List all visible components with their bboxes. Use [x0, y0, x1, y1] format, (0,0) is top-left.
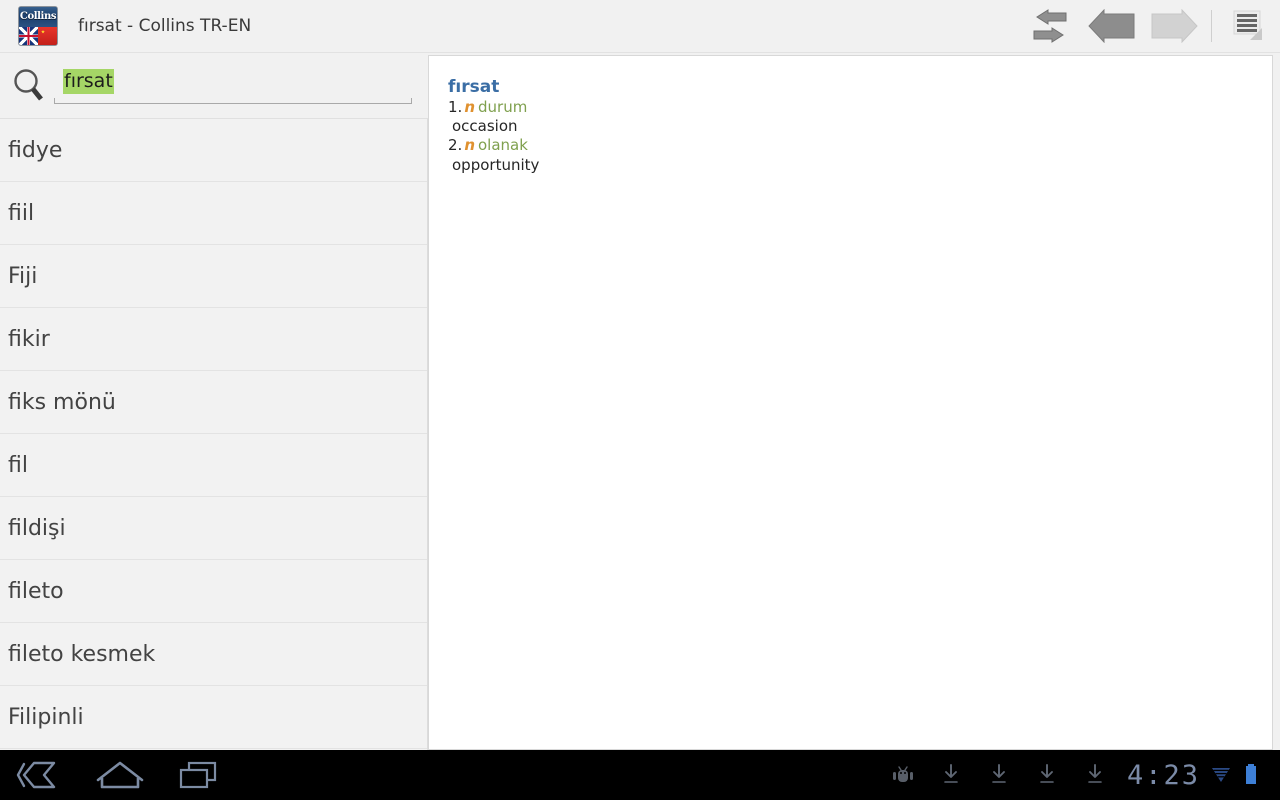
arrow-right-icon [1151, 9, 1198, 43]
list-item-label: fikir [8, 326, 50, 352]
search-input-value: fırsat [63, 68, 114, 95]
list-item-label: Filipinli [8, 704, 84, 730]
definition-sense: 2. n olanak [448, 136, 1272, 155]
sense-synonym: durum [478, 98, 528, 117]
list-menu-icon [1233, 10, 1262, 40]
magnifier-icon [14, 68, 43, 101]
wifi-icon [1206, 750, 1236, 800]
app-window: Collins fırsat - Collins TR-EN fırsat fi… [0, 0, 1280, 800]
back-chevron-icon [16, 761, 56, 789]
toolbar-divider [1211, 10, 1212, 42]
list-item-label: fiil [8, 200, 35, 226]
sense-translation: opportunity [452, 155, 540, 174]
back-button[interactable] [1081, 0, 1143, 53]
search-input-underline [54, 97, 412, 104]
android-debug-icon [879, 750, 927, 800]
sense-number: 2. [448, 136, 463, 155]
download-arrow-icon [992, 764, 1006, 783]
list-item[interactable]: fildişi [0, 497, 427, 560]
download-arrow-icon [1088, 764, 1102, 783]
download-arrow-icon [1040, 764, 1054, 783]
list-item-label: fil [8, 452, 28, 478]
sense-translation: occasion [452, 117, 518, 136]
battery-full-icon [1246, 764, 1256, 784]
app-icon-brand: Collins [19, 7, 57, 27]
battery-icon [1236, 750, 1266, 800]
list-item[interactable]: fil [0, 434, 427, 497]
download-arrow-icon [944, 764, 958, 783]
search-bar: fırsat [0, 53, 428, 118]
page-title: fırsat - Collins TR-EN [78, 16, 252, 36]
forward-button[interactable] [1143, 0, 1205, 53]
search-icon[interactable] [0, 68, 52, 104]
sense-part-of-speech: n [464, 136, 475, 155]
definition-headword: fırsat [448, 77, 500, 97]
list-item[interactable]: fidye [0, 119, 427, 182]
title-bar: Collins fırsat - Collins TR-EN [0, 0, 1280, 53]
status-clock: 4:23 [1126, 759, 1200, 791]
system-recents-button[interactable] [160, 750, 240, 800]
app-icon[interactable]: Collins [18, 6, 58, 46]
list-item[interactable]: fikir [0, 308, 427, 371]
sense-part-of-speech: n [464, 98, 475, 117]
android-system-bar: 4:23 [0, 750, 1280, 800]
home-icon [96, 761, 144, 789]
download-icon [1023, 750, 1071, 800]
menu-button[interactable] [1218, 0, 1280, 53]
list-item-label: fildişi [8, 515, 66, 541]
bugdroid-icon [892, 766, 913, 782]
toolbar [1019, 0, 1280, 53]
list-item[interactable]: fiks mönü [0, 371, 427, 434]
download-icon [1071, 750, 1119, 800]
recent-apps-icon [179, 761, 217, 789]
list-item[interactable]: Fiji [0, 245, 427, 308]
list-item[interactable]: fileto [0, 560, 427, 623]
list-item[interactable]: Filipinli [0, 686, 427, 749]
list-item-label: fileto [8, 578, 64, 604]
system-home-button[interactable] [80, 750, 160, 800]
list-item[interactable]: fiil [0, 182, 427, 245]
arrow-left-icon [1088, 9, 1135, 43]
sense-synonym: olanak [478, 136, 528, 155]
list-item-label: fiks mönü [8, 389, 116, 415]
search-input[interactable]: fırsat [54, 64, 414, 108]
swap-languages-button[interactable] [1019, 0, 1081, 53]
china-flag-icon [38, 26, 57, 45]
sense-number: 1. [448, 98, 463, 117]
definition-content: fırsat 1. n durum occasion 2. n olanak oppor… [429, 56, 1272, 175]
download-icon [927, 750, 975, 800]
uk-flag-icon [19, 26, 38, 45]
download-icon [975, 750, 1023, 800]
definition-sense: 1. n durum [448, 98, 1272, 117]
list-item-label: fidye [8, 137, 63, 163]
word-list[interactable]: fidye fiil Fiji fikir fiks mönü fil fild… [0, 118, 428, 750]
swap-arrows-icon [1033, 9, 1067, 43]
list-item[interactable]: fileto kesmek [0, 623, 427, 686]
list-item-label: Fiji [8, 263, 38, 289]
app-icon-brand-label: Collins [19, 10, 57, 22]
list-item-label: fileto kesmek [8, 641, 156, 667]
system-back-button[interactable] [0, 750, 80, 800]
wifi-signal-icon [1212, 768, 1230, 782]
system-status-icons: 4:23 [879, 750, 1280, 800]
definition-panel[interactable]: fırsat 1. n durum occasion 2. n olanak oppor… [428, 55, 1273, 750]
